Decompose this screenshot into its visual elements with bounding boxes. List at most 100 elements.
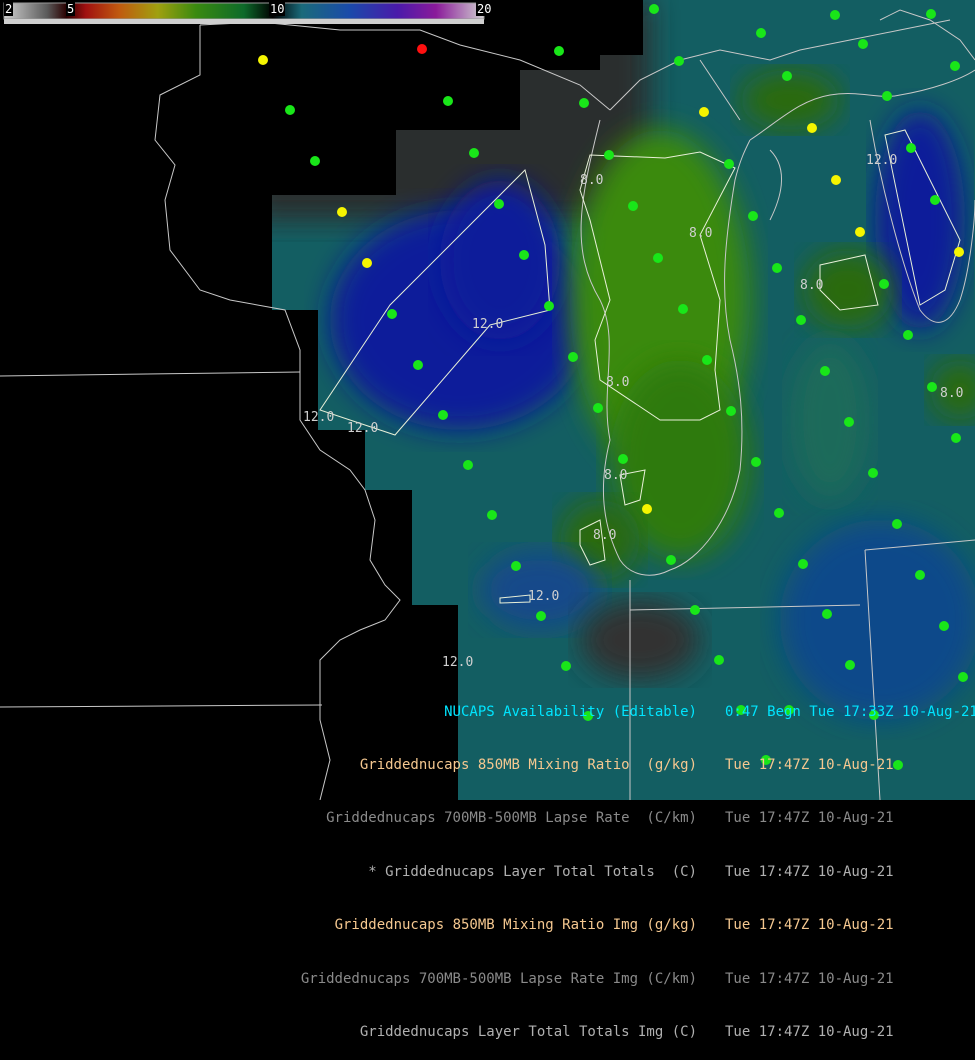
legend-product-time: Tue 17:47Z 10-Aug-21 [725,863,894,880]
station-dot[interactable] [362,258,372,268]
station-dot[interactable] [443,96,453,106]
station-dot[interactable] [699,107,709,117]
station-dot[interactable] [469,148,479,158]
station-dot[interactable] [748,211,758,221]
legend-product-time: Tue 17:47Z 10-Aug-21 [725,756,894,773]
legend-product-name: Griddednucaps 700MB-500MB Lapse Rate Img… [300,970,697,987]
legend-product-time: Tue 17:47Z 10-Aug-21 [725,810,894,827]
station-dot[interactable] [714,655,724,665]
legend-row[interactable]: * Griddednucaps Layer Total Totals (C) Tu… [257,864,957,882]
contour-label: 8.0 [604,468,627,483]
station-dot[interactable] [519,250,529,260]
station-dot[interactable] [868,468,878,478]
station-dot[interactable] [285,105,295,115]
station-dot[interactable] [796,315,806,325]
legend-row[interactable]: NUCAPS Availability (Editable) 0:47 Begn … [257,703,975,722]
station-dot[interactable] [774,508,784,518]
station-dot[interactable] [915,570,925,580]
colorbar-tick: 20 [476,2,493,16]
station-dot[interactable] [337,207,347,217]
station-dot[interactable] [954,247,964,257]
station-dot[interactable] [939,621,949,631]
station-dot[interactable] [618,454,628,464]
station-dot[interactable] [544,301,554,311]
station-dot[interactable] [494,199,504,209]
station-dot[interactable] [511,561,521,571]
legend-product-time: Tue 17:47Z 10-Aug-21 [725,917,894,934]
station-dot[interactable] [726,406,736,416]
station-dot[interactable] [674,56,684,66]
station-dot[interactable] [554,46,564,56]
contour-label: 12.0 [866,153,897,168]
station-dot[interactable] [463,460,473,470]
legend-row[interactable]: Griddednucaps 700MB-500MB Lapse Rate Img… [257,971,957,989]
station-dot[interactable] [579,98,589,108]
station-dot[interactable] [820,366,830,376]
contour-label: 12.0 [347,421,378,436]
station-dot[interactable] [678,304,688,314]
colorbar-labels: 2 5 10 20 [4,2,493,24]
legend-row[interactable]: Griddednucaps 850MB Mixing Ratio (g/kg) T… [257,757,957,775]
station-dot[interactable] [831,175,841,185]
station-dot[interactable] [417,44,427,54]
station-dot[interactable] [958,672,968,682]
station-dot[interactable] [951,433,961,443]
station-dot[interactable] [604,150,614,160]
legend-product-time: 0:47 Begn Tue 17:33Z 10-Aug-21 [725,703,975,720]
contour-label: 8.0 [580,173,603,188]
contour-label: 12.0 [472,317,503,332]
station-dot[interactable] [906,143,916,153]
product-legend: NUCAPS Availability (Editable) 0:47 Begn … [257,668,975,1060]
station-dot[interactable] [653,253,663,263]
legend-row[interactable]: Griddednucaps 850MB Mixing Ratio Img (g/… [257,917,957,935]
legend-product-name: Griddednucaps Layer Total Totals Img (C) [359,1023,697,1040]
station-dot[interactable] [926,9,936,19]
station-dot[interactable] [830,10,840,20]
station-dot[interactable] [487,510,497,520]
colorbar-tick: 5 [66,2,76,16]
station-dot[interactable] [724,159,734,169]
legend-product-time: Tue 17:47Z 10-Aug-21 [725,970,894,987]
station-dot[interactable] [649,4,659,14]
colorbar-tick: 2 [4,2,14,16]
station-dot[interactable] [879,279,889,289]
station-dot[interactable] [844,417,854,427]
station-dot[interactable] [628,201,638,211]
station-dot[interactable] [858,39,868,49]
station-dot[interactable] [892,519,902,529]
station-dot[interactable] [413,360,423,370]
station-dot[interactable] [258,55,268,65]
legend-row[interactable]: Griddednucaps Layer Total Totals Img (C)… [257,1024,957,1042]
station-dot[interactable] [882,91,892,101]
legend-product-name: Griddednucaps 850MB Mixing Ratio Img (g/… [334,917,697,934]
station-dot[interactable] [772,263,782,273]
station-dot[interactable] [798,559,808,569]
contour-label: 8.0 [593,528,616,543]
station-dot[interactable] [642,504,652,514]
station-dot[interactable] [822,609,832,619]
station-dot[interactable] [568,352,578,362]
station-dot[interactable] [310,156,320,166]
station-dot[interactable] [855,227,865,237]
station-dot[interactable] [666,555,676,565]
station-dot[interactable] [702,355,712,365]
station-dot[interactable] [807,123,817,133]
station-dot[interactable] [950,61,960,71]
station-dot[interactable] [536,611,546,621]
station-dot[interactable] [756,28,766,38]
station-dot[interactable] [387,309,397,319]
colorbar-tick: 10 [269,2,286,16]
station-dot[interactable] [593,403,603,413]
station-dot[interactable] [782,71,792,81]
legend-row[interactable]: Griddednucaps 700MB-500MB Lapse Rate (C/… [257,810,957,828]
station-dot[interactable] [903,330,913,340]
station-dot[interactable] [751,457,761,467]
station-dot[interactable] [690,605,700,615]
legend-product-name: * Griddednucaps Layer Total Totals (C) [368,863,697,880]
legend-product-time: Tue 17:47Z 10-Aug-21 [725,1023,894,1040]
station-dot[interactable] [927,382,937,392]
contour-label: 12.0 [528,589,559,604]
legend-product-name: Griddednucaps 850MB Mixing Ratio (g/kg) [359,756,697,773]
station-dot[interactable] [930,195,940,205]
station-dot[interactable] [438,410,448,420]
